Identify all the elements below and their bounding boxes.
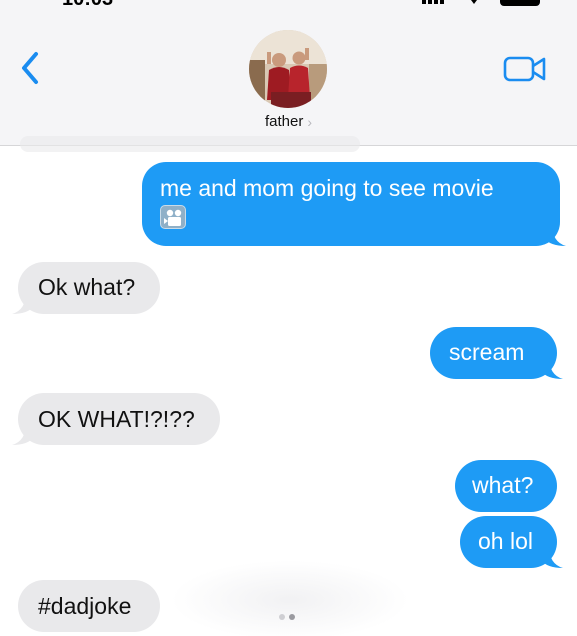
outgoing-message-bubble[interactable]: scream: [430, 327, 563, 379]
message-text: me and mom going to see movie: [160, 175, 494, 201]
page-dot-active: [289, 614, 295, 620]
chevron-right-icon: ›: [307, 113, 313, 130]
contact-name: father: [264, 113, 304, 130]
incoming-message-bubble[interactable]: OK WHAT!?!??: [12, 393, 220, 445]
bubble-tail: [541, 546, 563, 568]
battery-icon: [500, 0, 540, 6]
wifi-icon: [471, 0, 477, 4]
page-indicator: [279, 614, 295, 620]
contact-avatar[interactable]: [249, 30, 327, 108]
outgoing-message-bubble[interactable]: me and mom going to see movie: [142, 162, 566, 246]
message-text: scream: [449, 339, 525, 365]
message-text: Ok what?: [38, 274, 136, 300]
incoming-message-bubble[interactable]: #dadjoke: [18, 580, 160, 632]
avatar-photo: [249, 30, 327, 108]
page-dot: [279, 614, 285, 620]
incoming-message-bubble[interactable]: Ok what?: [12, 262, 160, 314]
contact-name-button[interactable]: father ›: [0, 113, 577, 130]
message-text: what?: [472, 472, 534, 498]
outgoing-message-bubble[interactable]: oh lol: [460, 516, 563, 568]
previous-message-bubble: [20, 136, 360, 152]
bubble-tail: [12, 292, 34, 314]
message-text: oh lol: [478, 528, 533, 554]
bubble-tail: [541, 357, 563, 379]
video-camera-icon: [503, 56, 546, 82]
chevron-left-icon: [22, 52, 38, 84]
messages-screen: 10:03: [0, 0, 577, 636]
facetime-button[interactable]: [502, 54, 548, 84]
outgoing-message-bubble[interactable]: what?: [455, 460, 557, 512]
bubble-tail: [544, 224, 566, 246]
status-time: 10:03: [62, 0, 113, 11]
back-button[interactable]: [14, 48, 46, 88]
movie-camera-icon: [160, 205, 186, 229]
bubble-tail: [12, 423, 34, 445]
bottom-blur: [170, 560, 410, 636]
signal-icon: [422, 0, 444, 4]
message-text: OK WHAT!?!??: [38, 406, 195, 432]
conversation-header: 10:03: [0, 0, 577, 146]
message-text: #dadjoke: [38, 593, 132, 619]
